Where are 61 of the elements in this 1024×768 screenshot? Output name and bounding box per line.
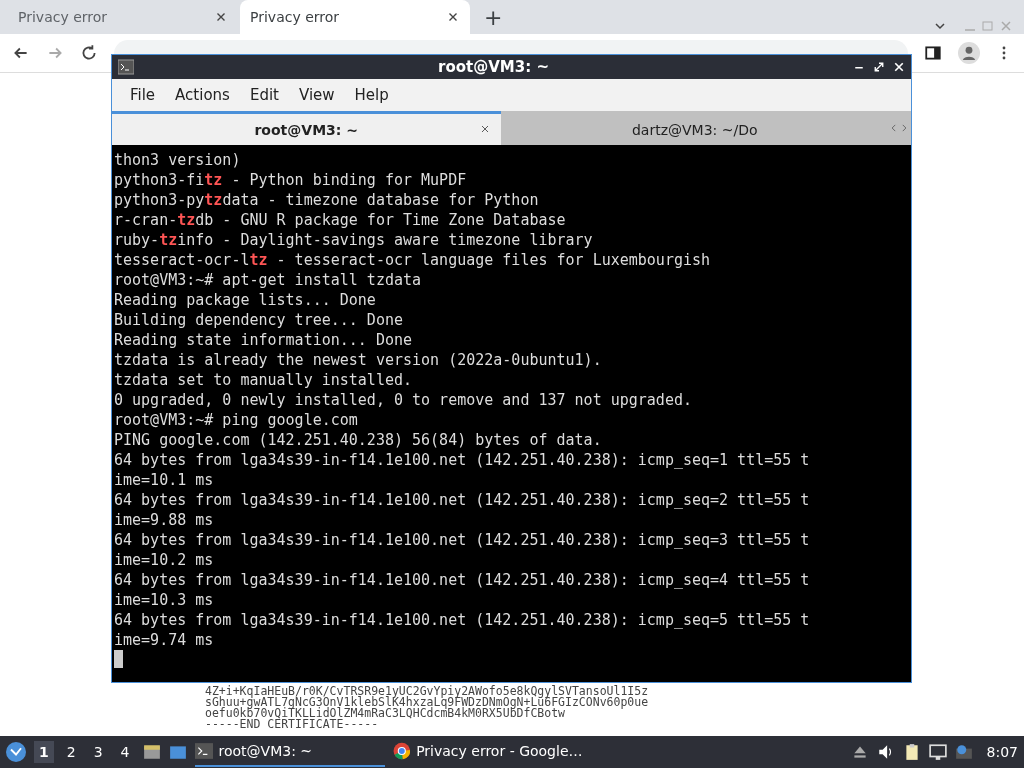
workspace-button[interactable]: 4	[115, 741, 135, 763]
terminal-line: root@VM3:~# apt-get install tzdata	[114, 270, 423, 290]
terminal-line: 64 bytes from lga34s39-in-f14.1e100.net (142.251.40.238): icmp_seq=5 ttl=55 t	[114, 610, 811, 630]
browser-tab[interactable]: Privacy error	[8, 0, 238, 34]
terminal-line: PING google.com (142.251.40.238) 56(84) bytes of data.	[114, 430, 603, 450]
menu-item[interactable]: File	[122, 82, 164, 108]
certificate-text: -----END CERTIFICATE-----	[205, 719, 379, 730]
workspace-button[interactable]: 3	[88, 741, 108, 763]
terminal-line: 64 bytes from lga34s39-in-f14.1e100.net (142.251.40.238): icmp_seq=3 ttl=55 t	[114, 530, 811, 550]
terminal-line: python3-fitz - Python binding for MuPDF	[114, 170, 468, 190]
terminal-line: Reading package lists... Done	[114, 290, 377, 310]
certificate-text: oefu0kb70vQiTKLLidOlZM4mRaC3LQHCdcmB4kM0RX5UbDfCBotw	[205, 708, 566, 719]
certificate-text: 4Z+i+KqIaHEuB/r0K/CvTRSR9e1yUC2GvYpiy2AWofo5e8kQgylSVTansoUl1I5z	[205, 686, 649, 697]
clock: 8:07	[986, 744, 1018, 760]
file-manager-icon[interactable]	[142, 743, 161, 761]
network-icon[interactable]	[928, 743, 947, 761]
terminal-line: tzdata set to manually installed.	[114, 370, 413, 390]
maximize-icon[interactable]	[873, 61, 885, 73]
new-tab-button[interactable]: +	[484, 4, 503, 30]
browser-tab[interactable]: Privacy error	[240, 0, 470, 34]
browser-icon	[392, 741, 411, 761]
workspace-button[interactable]: 2	[61, 741, 81, 763]
start-menu-icon[interactable]	[6, 742, 26, 762]
taskbar-task[interactable]: Privacy error - Google…	[392, 737, 583, 767]
notification-icon[interactable]	[954, 743, 973, 761]
profile-icon[interactable]	[958, 42, 980, 64]
certificate-text: sGhuu+gwATL7gNcG3OnV1klebSlK4hxzaLq9FWDzDNmOgN+Lu6FGIzCONv60p0ue	[205, 697, 649, 708]
terminal-line: ime=9.74 ms	[114, 630, 215, 650]
menu-item[interactable]: Actions	[167, 82, 238, 108]
terminal-tab[interactable]: dartz@VM3: ~/Do	[500, 111, 889, 145]
terminal-line: 64 bytes from lga34s39-in-f14.1e100.net (142.251.40.238): icmp_seq=2 ttl=55 t	[114, 490, 811, 510]
menu-item[interactable]: Help	[346, 82, 397, 108]
reload-icon[interactable]	[80, 44, 98, 62]
terminal-line: ruby-tzinfo - Daylight-savings aware timezone library	[114, 230, 594, 250]
terminal-line: tesseract-ocr-ltz - tesseract-ocr language files for Luxembourgish	[114, 250, 712, 270]
close-icon[interactable]	[893, 61, 905, 73]
terminal-line: thon3 version)	[114, 150, 242, 170]
menu-item[interactable]: View	[290, 82, 343, 108]
terminal-line: r-cran-tzdb - GNU R package for Time Zone Database	[114, 210, 567, 230]
menu-item[interactable]: Edit	[241, 82, 287, 108]
side-panel-icon[interactable]	[924, 44, 942, 62]
terminal-line: tzdata is already the newest version (2022a-0ubuntu1).	[114, 350, 603, 370]
terminal-line: ime=10.3 ms	[114, 590, 215, 610]
terminal-line: ime=10.1 ms	[114, 470, 215, 490]
terminal-line: ime=10.2 ms	[114, 550, 215, 570]
terminal-tab[interactable]: root@VM3: ~	[112, 111, 501, 145]
terminal-line: 64 bytes from lga34s39-in-f14.1e100.net (142.251.40.238): icmp_seq=1 ttl=55 t	[114, 450, 811, 470]
terminal-line: Building dependency tree... Done	[114, 310, 404, 330]
text-cursor	[114, 650, 123, 668]
taskbar-task[interactable]: root@VM3: ~	[194, 737, 385, 767]
terminal-line: ime=9.88 ms	[114, 510, 215, 530]
terminal-line: Reading state information... Done	[114, 330, 413, 350]
desktop-icon[interactable]	[168, 743, 187, 761]
terminal-icon[interactable]	[118, 59, 134, 75]
terminal-line: python3-pytzdata - timezone database for Python	[114, 190, 540, 210]
window-title: root@VM3: ~	[437, 58, 550, 76]
terminal-line: 64 bytes from lga34s39-in-f14.1e100.net (142.251.40.238): icmp_seq=4 ttl=55 t	[114, 570, 811, 590]
terminal-icon	[194, 742, 213, 760]
terminal-line: root@VM3:~# ping google.com	[114, 410, 359, 430]
workspace-button[interactable]: 1	[34, 741, 54, 763]
terminal-line: 0 upgraded, 0 newly installed, 0 to remove and 137 not upgraded.	[114, 390, 693, 410]
